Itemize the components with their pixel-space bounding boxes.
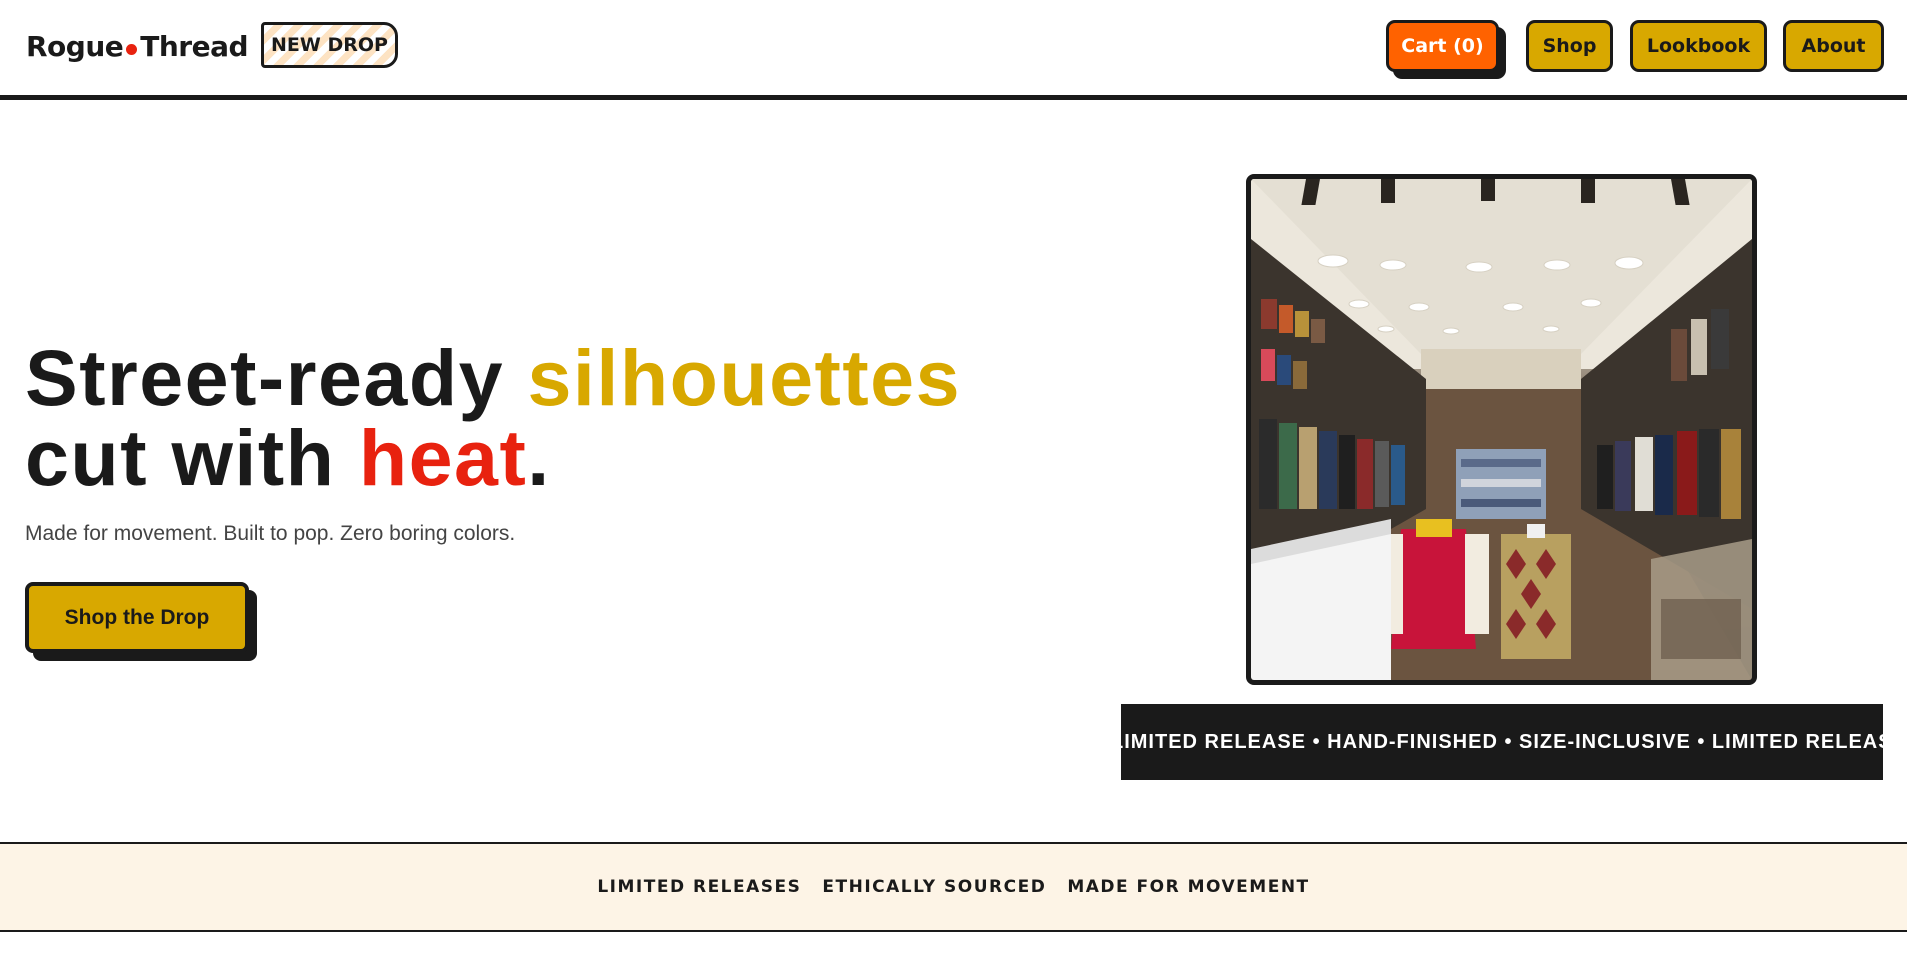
nav-about-button[interactable]: About: [1783, 20, 1884, 72]
brand-dot-icon: [126, 44, 138, 55]
brand-name-left: Rogue: [26, 30, 124, 63]
headline-accent-heat: heat: [358, 413, 528, 502]
new-drop-badge: NEW DROP: [261, 22, 398, 68]
shop-the-drop-button[interactable]: Shop the Drop: [25, 582, 249, 653]
headline-part1: Street-ready: [25, 333, 528, 422]
headline-end: .: [527, 413, 551, 502]
nav-shop-button[interactable]: Shop: [1526, 20, 1613, 72]
value-made-for-movement: MADE FOR MOVEMENT: [1067, 877, 1310, 897]
value-ethically-sourced: ETHICALLY SOURCED: [822, 877, 1047, 897]
cart-button[interactable]: Cart (0): [1386, 20, 1499, 72]
store-interior-image: [1246, 174, 1757, 685]
marquee-text: LIMITED RELEASE • HAND-FINISHED • SIZE-I…: [1121, 730, 1883, 753]
headline-part2: cut with: [25, 413, 359, 502]
store-interior-illustration: [1251, 179, 1752, 680]
marquee-banner: LIMITED RELEASE • HAND-FINISHED • SIZE-I…: [1121, 704, 1883, 780]
brand-logo[interactable]: Rogue Thread: [26, 30, 249, 63]
site-header: Rogue Thread NEW DROP Cart (0) Shop Look…: [0, 0, 1907, 100]
brand-name-right: Thread: [140, 30, 249, 63]
headline-accent-silhouettes: silhouettes: [527, 333, 962, 422]
hero-headline: Street-ready silhouettes cut with heat.: [25, 338, 961, 498]
hero-subline: Made for movement. Built to pop. Zero bo…: [25, 522, 516, 545]
value-limited-releases: LIMITED RELEASES: [597, 877, 802, 897]
value-strip: LIMITED RELEASES ETHICALLY SOURCED MADE …: [0, 842, 1907, 932]
nav-lookbook-button[interactable]: Lookbook: [1630, 20, 1767, 72]
